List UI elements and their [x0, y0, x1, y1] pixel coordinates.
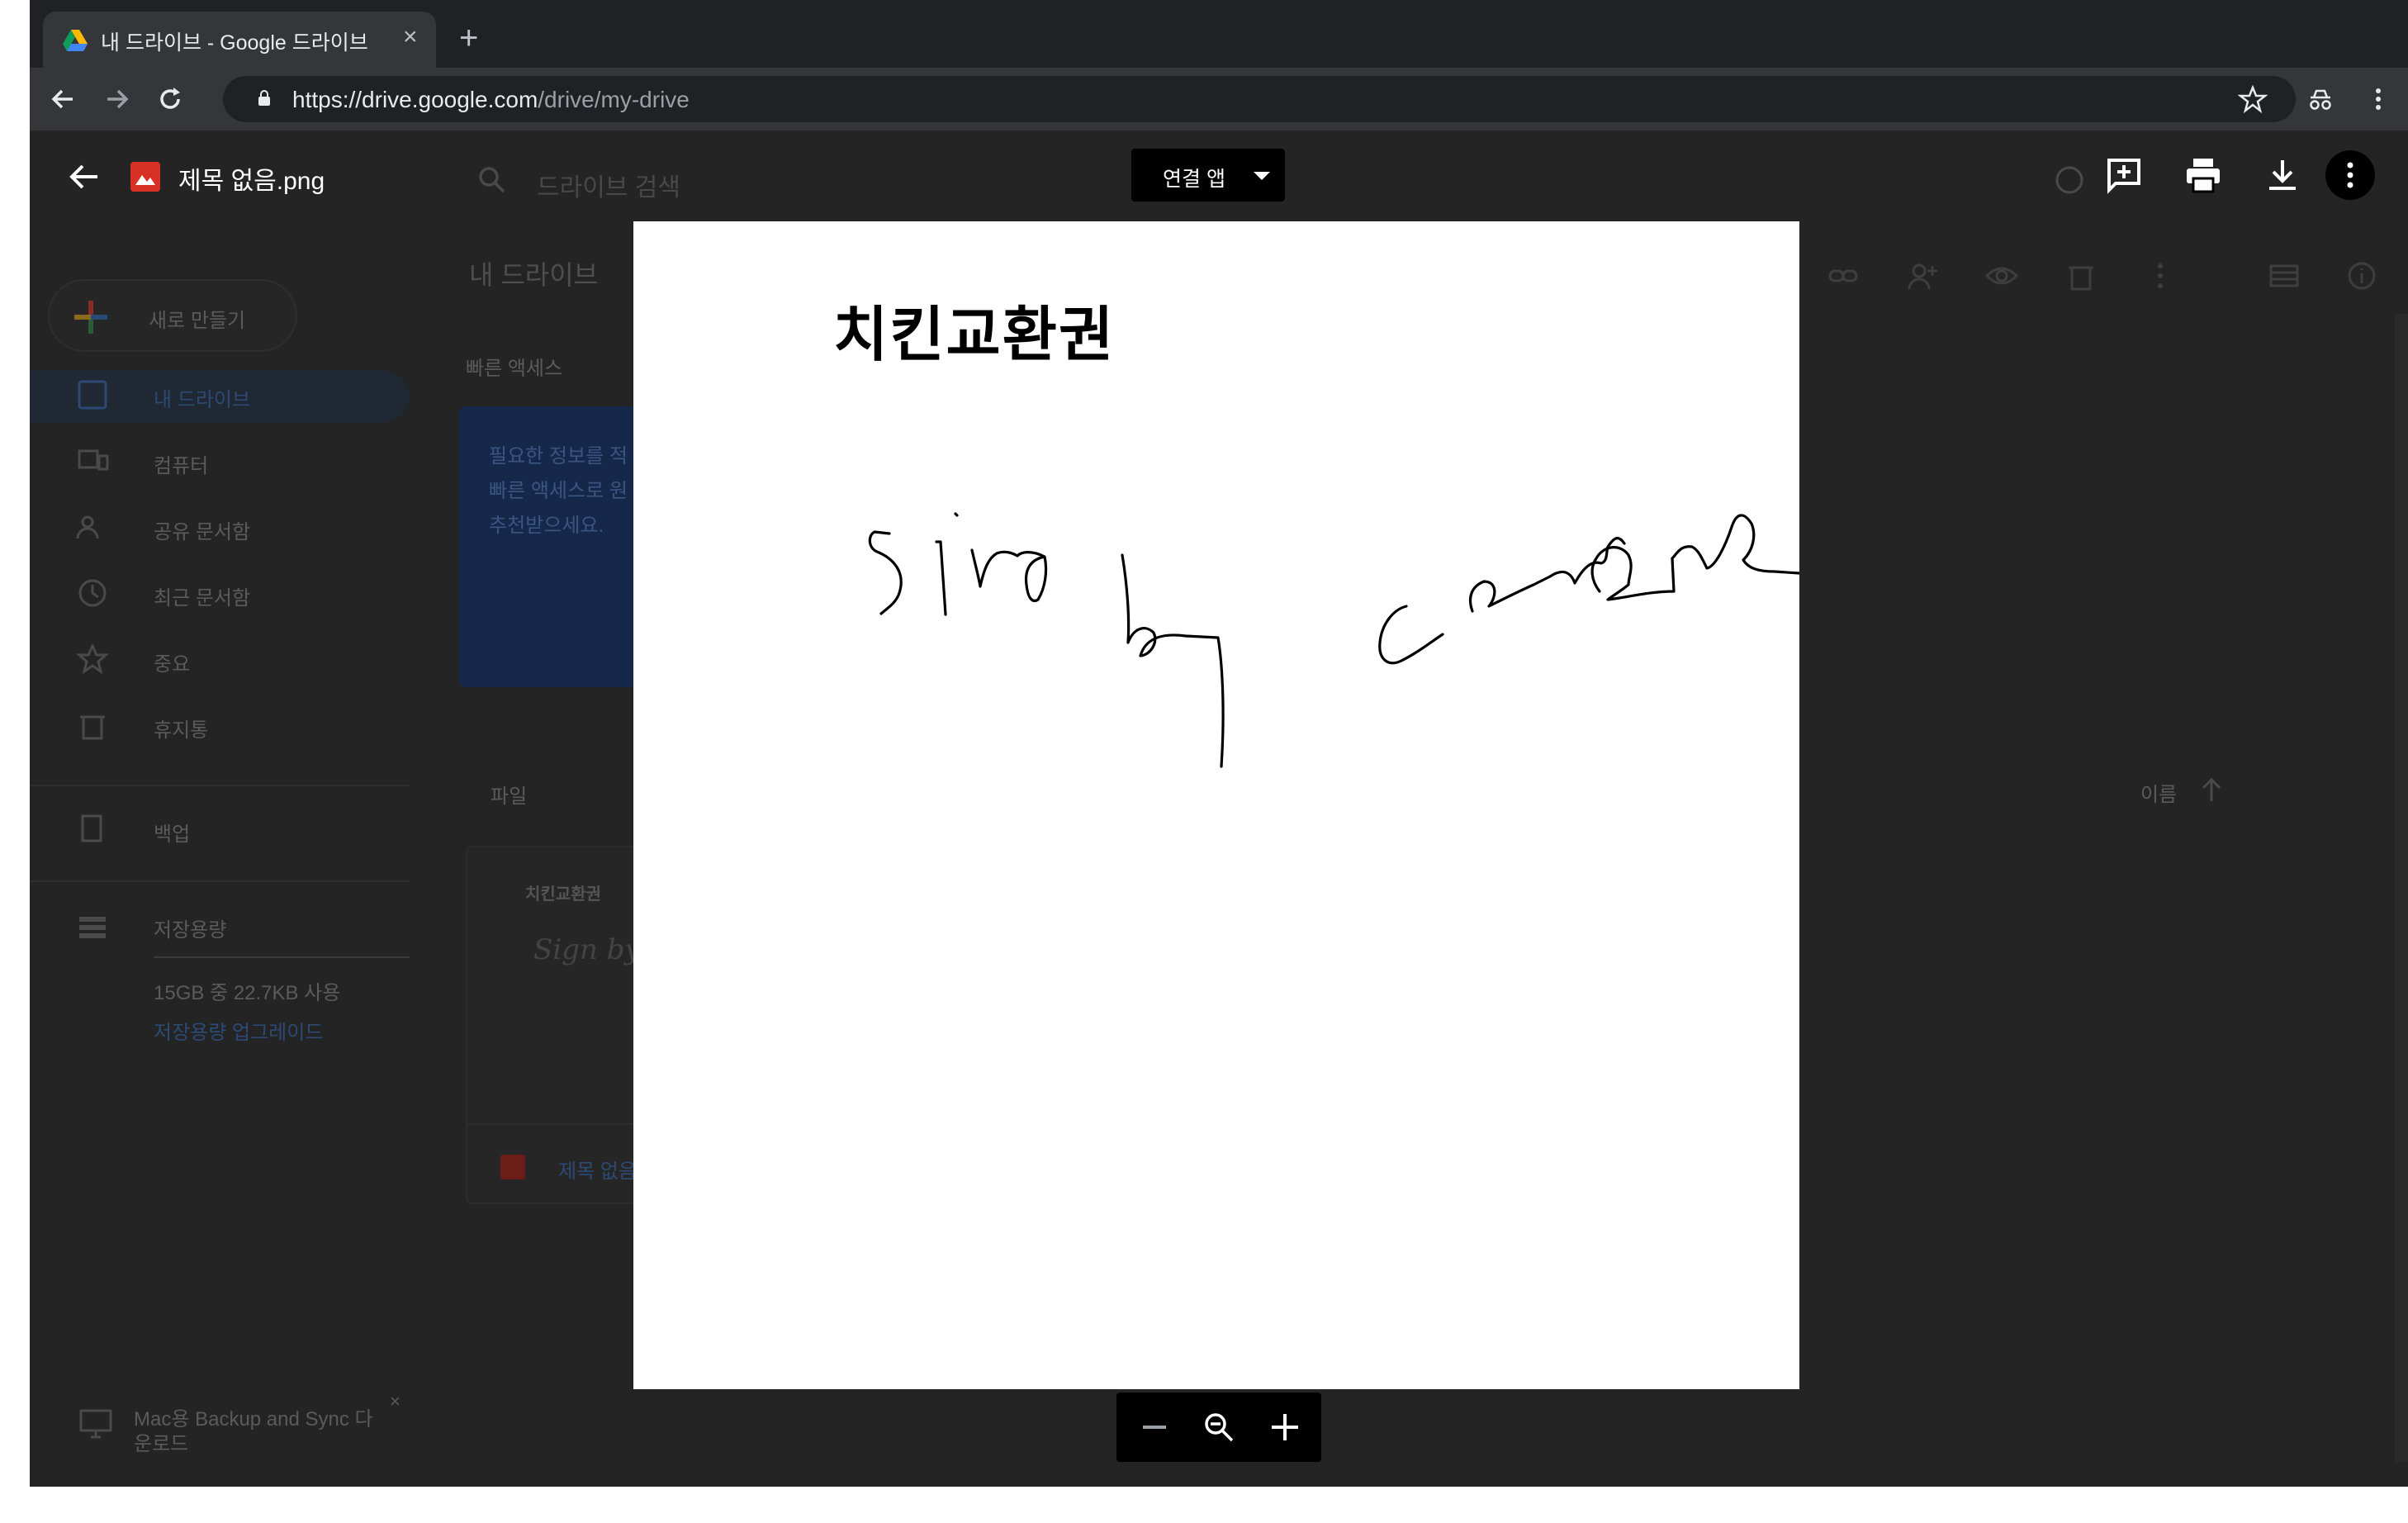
nav-shared: 공유 문서함	[154, 521, 251, 543]
download-icon[interactable]	[2263, 155, 2302, 195]
google-drive-icon	[63, 30, 88, 51]
tab-active[interactable]: 내 드라이브 - Google 드라이브 ×	[43, 12, 436, 68]
preview-eye-icon	[1985, 267, 2018, 285]
new-button: 새로 만들기	[48, 279, 297, 352]
bookmark-star-icon[interactable]	[2238, 84, 2268, 114]
nav-backup: 백업	[154, 823, 191, 846]
delete-icon	[2069, 266, 2093, 291]
storage-label: 저장용량	[154, 919, 227, 942]
viewer-file-name: 제목 없음.png	[178, 168, 325, 195]
files-heading: 파일	[491, 785, 528, 808]
promo-close-icon: ×	[390, 1391, 401, 1412]
image-preview: 치킨교환권	[633, 221, 1799, 1389]
storage-bar	[154, 956, 410, 958]
new-tab-icon[interactable]: +	[459, 21, 478, 55]
backup-icon	[81, 814, 102, 842]
file-card-name: 제목 없음	[558, 1160, 637, 1183]
qa-card-line: 필요한 정보를 적	[489, 445, 628, 467]
tab-strip: 내 드라이브 - Google 드라이브 × +	[30, 0, 2408, 68]
nav-recent: 최근 문서함	[154, 587, 251, 610]
handwritten-signature	[868, 512, 1799, 768]
zoom-in-icon[interactable]	[1268, 1411, 1301, 1444]
tab-close-icon[interactable]: ×	[403, 25, 418, 50]
link-icon	[1828, 269, 1858, 282]
more-vert-icon	[2347, 162, 2353, 188]
list-view-icon	[2269, 264, 2299, 287]
incognito-icon[interactable]	[2306, 84, 2335, 114]
nav-divider	[30, 785, 410, 786]
nav-computers: 컴퓨터	[154, 455, 209, 477]
add-person-icon	[1908, 263, 1937, 290]
qa-card-line: 추천받으세요.	[489, 515, 604, 537]
open-with-label: 연결 앱	[1163, 168, 1225, 191]
qa-card-line: 빠른 액세스로 원	[489, 480, 628, 502]
reload-icon[interactable]	[155, 84, 185, 114]
viewer-top-bar: 제목 없음.png 연결 앱	[30, 130, 2408, 221]
url-host: https://drive.google.com	[292, 87, 538, 112]
arrow-up-icon	[2202, 777, 2221, 801]
more-options-icon	[2158, 263, 2163, 288]
scrollbar	[2395, 314, 2408, 1462]
shared-icon	[76, 515, 99, 539]
trash-icon	[80, 715, 105, 740]
drive-nav-icon	[78, 380, 107, 410]
back-icon[interactable]	[48, 84, 78, 114]
image-file-icon	[500, 1155, 525, 1179]
zoom-reset-icon[interactable]	[1202, 1411, 1235, 1444]
desktop-icon	[79, 1409, 112, 1439]
clock-icon	[78, 579, 107, 607]
nav-divider-2	[30, 880, 410, 882]
browser-menu-icon[interactable]	[2363, 84, 2393, 114]
open-with-button[interactable]: 연결 앱	[1131, 149, 1285, 202]
nav-starred: 중요	[154, 653, 191, 676]
file-card-preview: Sign by	[533, 933, 641, 966]
browser-toolbar: https://drive.google.com/drive/my-drive	[30, 68, 2408, 130]
new-button-label: 새로 만들기	[149, 310, 246, 332]
print-icon[interactable]	[2183, 155, 2223, 195]
file-card-title: 치킨교환권	[525, 885, 601, 904]
address-bar[interactable]: https://drive.google.com/drive/my-drive	[223, 76, 2296, 122]
breadcrumb: 내 드라이브	[469, 260, 599, 290]
info-icon	[2348, 262, 2376, 290]
dropdown-caret-icon	[1254, 172, 1270, 180]
viewer-back-icon[interactable]	[66, 159, 102, 195]
tab-title: 내 드라이브 - Google 드라이브	[101, 31, 368, 55]
url-text: https://drive.google.com/drive/my-drive	[292, 87, 690, 113]
zoom-controls	[1116, 1393, 1321, 1462]
viewer-more-button[interactable]	[2325, 150, 2375, 200]
computer-icon	[78, 449, 109, 471]
storage-icon	[79, 917, 106, 938]
image-file-icon	[130, 162, 160, 192]
url-path: /drive/my-drive	[538, 87, 690, 112]
zoom-out-icon[interactable]	[1138, 1411, 1171, 1444]
screen: 내 드라이브 - Google 드라이브 × + https://drive.g…	[0, 0, 2408, 1523]
forward-icon[interactable]	[102, 84, 132, 114]
quick-access-label: 빠른 액세스	[466, 358, 563, 380]
storage-usage: 15GB 중 22.7KB 사용	[154, 982, 341, 1004]
quick-access-card: 필요한 정보를 적 빠른 액세스로 원 추천받으세요.	[459, 406, 657, 687]
promo-line: 운로드	[134, 1433, 189, 1455]
plus-icon	[74, 301, 107, 334]
browser-window: 내 드라이브 - Google 드라이브 × + https://drive.g…	[30, 0, 2408, 1487]
star-icon	[76, 643, 109, 675]
lock-icon	[258, 90, 270, 106]
sort-label: 이름	[2140, 784, 2178, 806]
add-comment-icon[interactable]	[2104, 155, 2144, 195]
nav-trash: 휴지통	[154, 719, 209, 742]
storage-upgrade-link: 저장용량 업그레이드	[154, 1022, 324, 1044]
nav-my-drive: 내 드라이브	[154, 389, 251, 411]
